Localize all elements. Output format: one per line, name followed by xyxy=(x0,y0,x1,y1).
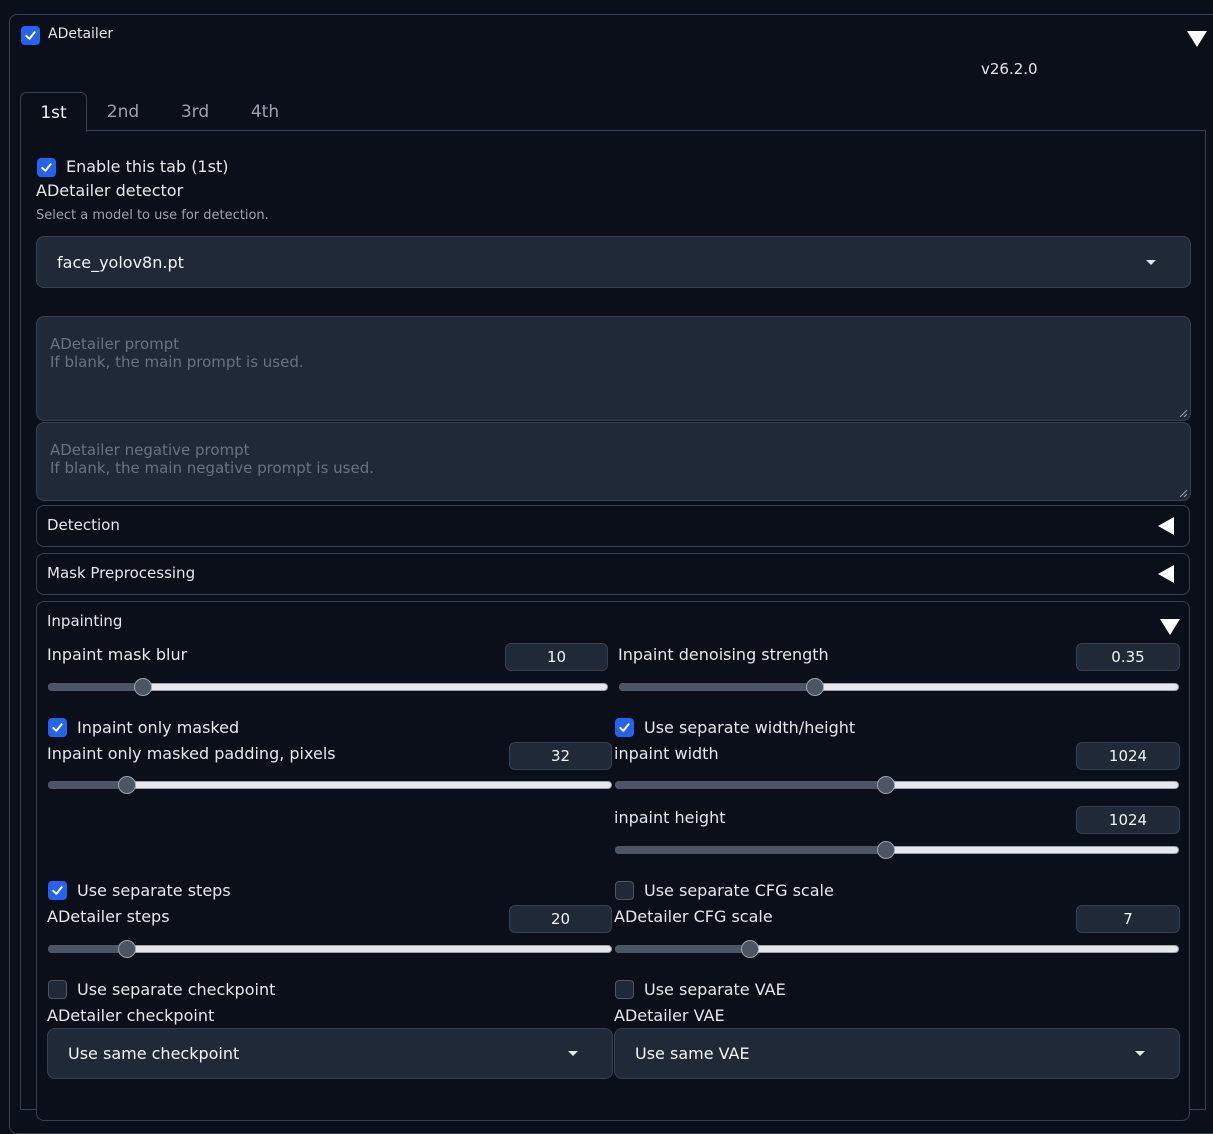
inpaint-width-slider[interactable] xyxy=(615,776,1179,794)
steps-input[interactable]: 20 xyxy=(509,905,612,933)
negative-prompt-textarea[interactable]: ADetailer negative prompt If blank, the … xyxy=(36,422,1191,501)
checkpoint-value: Use same checkpoint xyxy=(68,1044,240,1063)
slider-thumb[interactable] xyxy=(806,678,824,696)
vae-value: Use same VAE xyxy=(635,1044,750,1063)
slider-thumb[interactable] xyxy=(876,776,895,794)
separate-checkpoint-label: Use separate checkpoint xyxy=(77,980,276,999)
check-icon xyxy=(52,723,63,732)
detector-info: Select a model to use for detection. xyxy=(36,208,269,223)
slider-thumb[interactable] xyxy=(117,776,136,794)
slider-fill xyxy=(619,683,815,691)
masked-padding-label: Inpaint only masked padding, pixels xyxy=(47,744,336,763)
collapse-triangle-icon[interactable] xyxy=(1160,619,1180,635)
checkpoint-dropdown[interactable]: Use same checkpoint xyxy=(47,1028,613,1079)
denoising-label: Inpaint denoising strength xyxy=(618,645,829,664)
separate-vae-checkbox[interactable] xyxy=(615,980,634,999)
cfg-label: ADetailer CFG scale xyxy=(614,907,773,926)
separate-wh-checkbox[interactable] xyxy=(615,718,634,737)
check-icon xyxy=(619,723,630,732)
active-tab-gap xyxy=(21,130,86,132)
only-masked-checkbox[interactable] xyxy=(48,718,67,737)
slider-thumb[interactable] xyxy=(876,841,895,859)
mask-preprocessing-accordion[interactable]: Mask Preprocessing xyxy=(36,553,1190,595)
separate-cfg-label: Use separate CFG scale xyxy=(644,881,834,900)
inpaint-height-label: inpaint height xyxy=(614,808,726,827)
prompt-textarea[interactable]: ADetailer prompt If blank, the main prom… xyxy=(36,316,1191,421)
slider-fill xyxy=(48,781,127,789)
slider-fill xyxy=(615,846,886,854)
vae-dropdown[interactable]: Use same VAE xyxy=(614,1028,1180,1079)
version-label: v26.2.0 xyxy=(981,60,1038,78)
denoising-input[interactable]: 0.35 xyxy=(1076,643,1180,671)
expand-triangle-icon[interactable] xyxy=(1158,565,1174,583)
masked-padding-slider[interactable] xyxy=(48,776,612,794)
slider-fill xyxy=(48,683,144,691)
detector-value: face_yolov8n.pt xyxy=(57,252,184,272)
inpaint-height-input[interactable]: 1024 xyxy=(1076,806,1180,834)
check-icon xyxy=(41,163,52,172)
detection-accordion[interactable]: Detection xyxy=(36,505,1190,547)
inpaint-width-input[interactable]: 1024 xyxy=(1076,742,1180,770)
tab-3rd[interactable]: 3rd xyxy=(166,92,224,132)
tab-4th[interactable]: 4th xyxy=(236,92,294,132)
mask-blur-input[interactable]: 10 xyxy=(505,643,608,671)
cfg-slider[interactable] xyxy=(615,940,1179,958)
only-masked-label: Inpaint only masked xyxy=(77,718,240,737)
inpaint-height-slider[interactable] xyxy=(615,841,1179,859)
prompt-placeholder-line1: ADetailer prompt xyxy=(50,335,180,353)
checkpoint-label: ADetailer checkpoint xyxy=(47,1006,215,1025)
separate-checkpoint-checkbox[interactable] xyxy=(48,980,67,999)
negative-prompt-placeholder-line1: ADetailer negative prompt xyxy=(50,441,250,459)
slider-thumb[interactable] xyxy=(117,940,136,958)
masked-padding-input[interactable]: 32 xyxy=(509,742,612,770)
chevron-down-icon xyxy=(568,1051,578,1056)
negative-prompt-placeholder-line2: If blank, the main negative prompt is us… xyxy=(50,459,374,477)
separate-steps-checkbox[interactable] xyxy=(48,881,67,900)
steps-slider[interactable] xyxy=(48,940,612,958)
inpaint-width-label: inpaint width xyxy=(614,744,719,763)
inpainting-title[interactable]: Inpainting xyxy=(47,612,122,630)
mask-preprocessing-title: Mask Preprocessing xyxy=(47,564,196,582)
detector-label: ADetailer detector xyxy=(36,181,184,200)
separate-vae-label: Use separate VAE xyxy=(644,980,786,999)
collapse-triangle-icon[interactable] xyxy=(1187,31,1207,47)
tab-2nd[interactable]: 2nd xyxy=(94,92,152,132)
mask-blur-slider[interactable] xyxy=(48,678,608,696)
detection-title: Detection xyxy=(47,516,120,534)
enable-tab-checkbox[interactable] xyxy=(37,158,56,177)
adetailer-enable-checkbox[interactable] xyxy=(21,26,40,45)
expand-triangle-icon[interactable] xyxy=(1158,517,1174,535)
tab-1st[interactable]: 1st xyxy=(20,92,87,132)
mask-blur-label: Inpaint mask blur xyxy=(47,645,188,664)
adetailer-title: ADetailer xyxy=(48,26,114,42)
resize-handle-icon[interactable] xyxy=(1179,409,1187,417)
separate-steps-label: Use separate steps xyxy=(77,881,231,900)
steps-label: ADetailer steps xyxy=(47,907,170,926)
check-icon xyxy=(52,886,63,895)
check-icon xyxy=(25,31,36,40)
resize-handle-icon[interactable] xyxy=(1179,489,1187,497)
detector-dropdown[interactable]: face_yolov8n.pt xyxy=(36,236,1191,288)
denoising-slider[interactable] xyxy=(619,678,1179,696)
slider-fill xyxy=(615,781,886,789)
separate-wh-label: Use separate width/height xyxy=(644,718,856,737)
cfg-input[interactable]: 7 xyxy=(1076,905,1180,933)
enable-tab-label: Enable this tab (1st) xyxy=(66,157,229,176)
chevron-down-icon xyxy=(1135,1051,1145,1056)
slider-fill xyxy=(615,945,751,953)
slider-fill xyxy=(48,945,127,953)
separate-cfg-checkbox[interactable] xyxy=(615,881,634,900)
prompt-placeholder-line2: If blank, the main prompt is used. xyxy=(50,353,304,371)
vae-label: ADetailer VAE xyxy=(614,1006,725,1025)
chevron-down-icon xyxy=(1146,259,1156,265)
